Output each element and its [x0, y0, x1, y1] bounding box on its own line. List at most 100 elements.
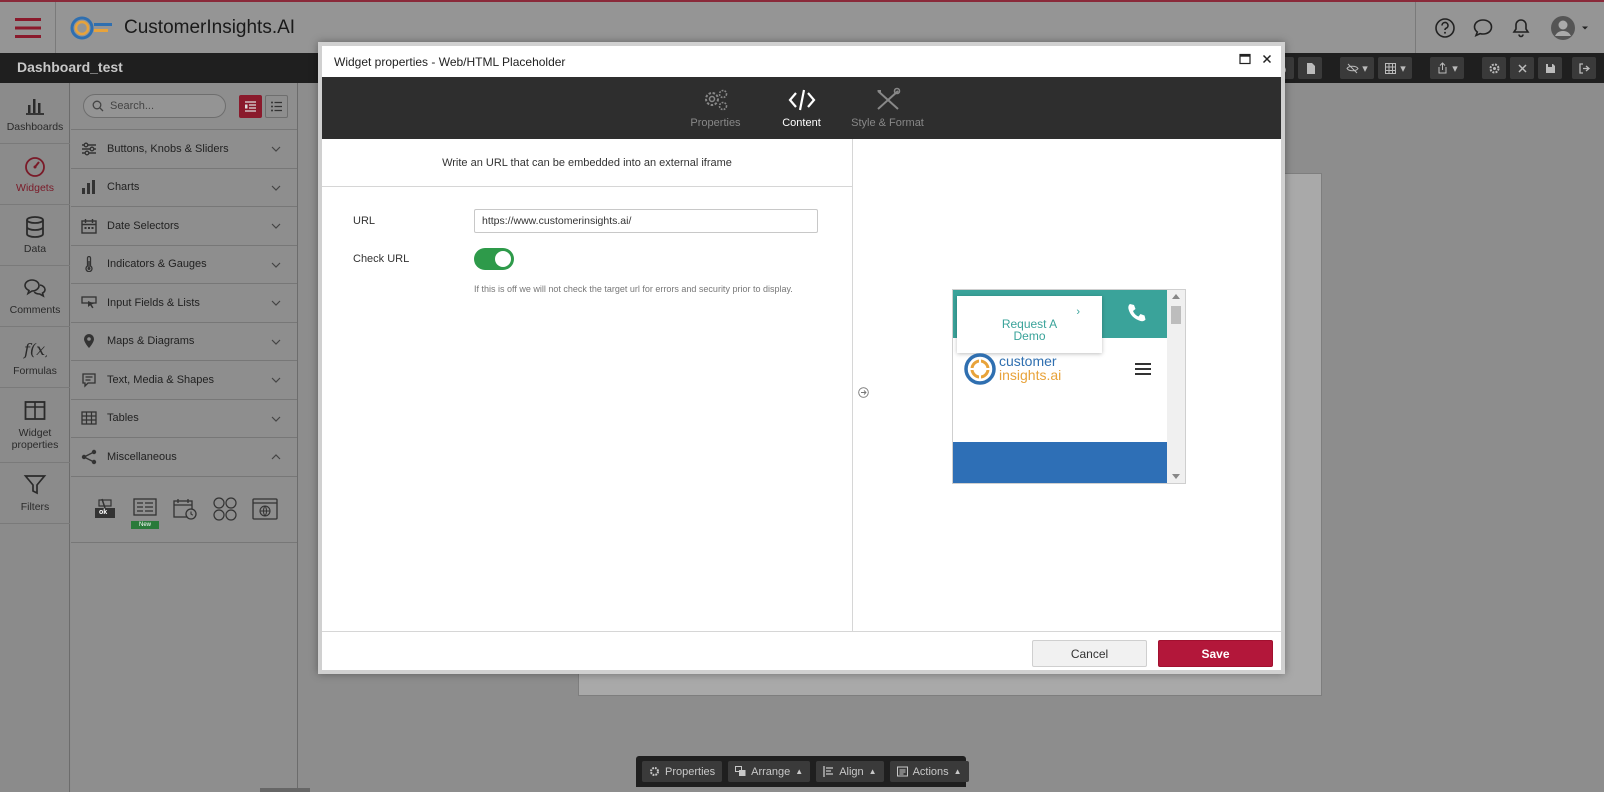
svg-text:f(x): f(x)	[23, 340, 47, 359]
chat-bubble-icon	[1473, 18, 1493, 37]
grid-button[interactable]: ▾	[1378, 57, 1412, 79]
customer-insights-logo-icon	[964, 353, 996, 385]
grid-icon	[1385, 62, 1397, 74]
category-text-media-shapes[interactable]: Text, Media & Shapes	[71, 361, 297, 400]
ok-label: ok	[99, 509, 108, 516]
nav-label: Widgets	[16, 182, 54, 194]
arrow-right-circle-icon[interactable]	[858, 387, 869, 398]
dialog-header: Widget properties - Web/HTML Placeholder	[322, 46, 1281, 77]
chevron-down-icon	[271, 416, 281, 422]
check-url-label: Check URL	[353, 253, 410, 265]
nav-label: Dashboards	[6, 121, 64, 133]
tab-properties[interactable]: Properties	[673, 77, 759, 139]
nav-dashboards[interactable]: Dashboards	[0, 83, 70, 144]
layout-icon	[24, 401, 46, 420]
widget-form[interactable]: New	[131, 495, 159, 529]
preview-scrollbar[interactable]	[1167, 290, 1185, 483]
bottom-align-label: Align	[839, 765, 864, 778]
bottom-align-button[interactable]: Align ▲	[816, 761, 884, 782]
preview-request-demo-card[interactable]: › Request A Demo	[957, 296, 1102, 353]
category-buttons-knobs-sliders[interactable]: Buttons, Knobs & Sliders	[71, 130, 297, 169]
brand[interactable]: CustomerInsights.AI	[56, 14, 295, 42]
export-button[interactable]: ▾	[1430, 57, 1464, 79]
url-input[interactable]	[474, 209, 818, 233]
exit-button[interactable]	[1572, 57, 1596, 79]
hamburger-menu-button[interactable]	[0, 2, 56, 53]
dialog-footer: Cancel Save	[322, 631, 1281, 674]
category-maps-diagrams[interactable]: Maps & Diagrams	[71, 323, 297, 361]
cancel-button[interactable]: Cancel	[1032, 640, 1147, 667]
widget-social[interactable]	[211, 495, 239, 523]
app-title: CustomerInsights.AI	[124, 16, 296, 38]
dialog-tabs: Properties Content Style & Format	[322, 77, 1281, 139]
bottom-actions-button[interactable]: Actions ▲	[889, 761, 969, 782]
new-badge: New	[131, 521, 159, 529]
category-miscellaneous[interactable]: Miscellaneous	[71, 438, 297, 477]
category-label: Miscellaneous	[107, 450, 177, 463]
table-icon	[81, 411, 97, 425]
arrange-icon	[735, 766, 746, 776]
nav-formulas[interactable]: f(x) Formulas	[0, 327, 70, 388]
actions-icon	[896, 766, 908, 777]
maximize-icon[interactable]	[1239, 53, 1251, 65]
category-label: Text, Media & Shapes	[107, 373, 215, 386]
nav-comments[interactable]: Comments	[0, 266, 70, 327]
widget-ok-button[interactable]: ok	[91, 495, 119, 523]
hamburger-icon	[14, 17, 41, 38]
dialog-body: Write an URL that can be embedded into a…	[322, 139, 1281, 631]
horizontal-scrollbar[interactable]	[260, 788, 310, 792]
dialog-title: Widget properties - Web/HTML Placeholder	[334, 54, 566, 69]
nav-label: Comments	[9, 304, 61, 316]
phone-icon[interactable]	[1125, 302, 1147, 324]
nav-widget-properties[interactable]: Widget properties	[0, 388, 70, 463]
left-navigation: Dashboards Widgets Data Comments f(x) Fo…	[0, 83, 70, 792]
list-view-button[interactable]	[265, 94, 288, 118]
close-icon[interactable]	[1261, 53, 1273, 65]
settings-button[interactable]	[1482, 57, 1506, 79]
save-icon	[1545, 63, 1555, 73]
detailed-list-view-button[interactable]	[239, 94, 262, 118]
nav-filters[interactable]: Filters	[0, 463, 70, 524]
nav-widgets[interactable]: Widgets	[0, 144, 70, 205]
widget-web-html[interactable]	[251, 495, 279, 523]
gears-icon	[704, 89, 727, 111]
widget-schedule[interactable]	[171, 495, 199, 523]
notifications-button[interactable]	[1502, 9, 1540, 47]
save-button[interactable]: Save	[1158, 640, 1273, 667]
nav-label: Formulas	[13, 365, 57, 377]
user-menu[interactable]	[1550, 15, 1590, 41]
tab-label: Content	[782, 117, 821, 129]
close-edit-button[interactable]	[1510, 57, 1534, 79]
check-url-toggle[interactable]	[474, 248, 514, 270]
category-label: Maps & Diagrams	[107, 335, 195, 348]
url-label: URL	[353, 215, 376, 227]
category-label: Date Selectors	[107, 219, 180, 232]
nav-data[interactable]: Data	[0, 205, 70, 266]
category-tables[interactable]: Tables	[71, 400, 297, 438]
menu-icon[interactable]	[1134, 362, 1152, 376]
check-url-help-text: If this is off we will not check the tar…	[474, 284, 793, 294]
widget-search-input[interactable]: Search...	[83, 94, 226, 118]
form-icon	[133, 498, 157, 516]
pdf-button[interactable]	[1298, 57, 1322, 79]
category-input-fields-lists[interactable]: Input Fields & Lists	[71, 284, 297, 323]
iframe-preview[interactable]: › Request A Demo customer insights.ai	[952, 289, 1186, 484]
tab-style-format[interactable]: Style & Format	[845, 77, 931, 139]
chat-button[interactable]	[1464, 9, 1502, 47]
category-date-selectors[interactable]: Date Selectors	[71, 207, 297, 246]
bottom-arrange-button[interactable]: Arrange ▲	[728, 761, 811, 782]
search-icon	[92, 100, 104, 112]
bottom-toolbar: Properties Arrange ▲ Align ▲ Actions ▲	[636, 756, 969, 787]
category-charts[interactable]: Charts	[71, 169, 297, 207]
bottom-properties-button[interactable]: Properties	[642, 761, 723, 782]
category-label: Tables	[107, 412, 139, 425]
tab-content[interactable]: Content	[759, 77, 845, 139]
text-icon	[82, 373, 96, 388]
content-settings-pane: Write an URL that can be embedded into a…	[322, 139, 853, 631]
help-button[interactable]	[1426, 9, 1464, 47]
save-dashboard-button[interactable]	[1538, 57, 1562, 79]
category-indicators-gauges[interactable]: Indicators & Gauges	[71, 246, 297, 284]
caret-down-icon	[1582, 26, 1588, 29]
visibility-button[interactable]: ▾	[1340, 57, 1374, 79]
brand-logo-icon	[70, 16, 112, 39]
